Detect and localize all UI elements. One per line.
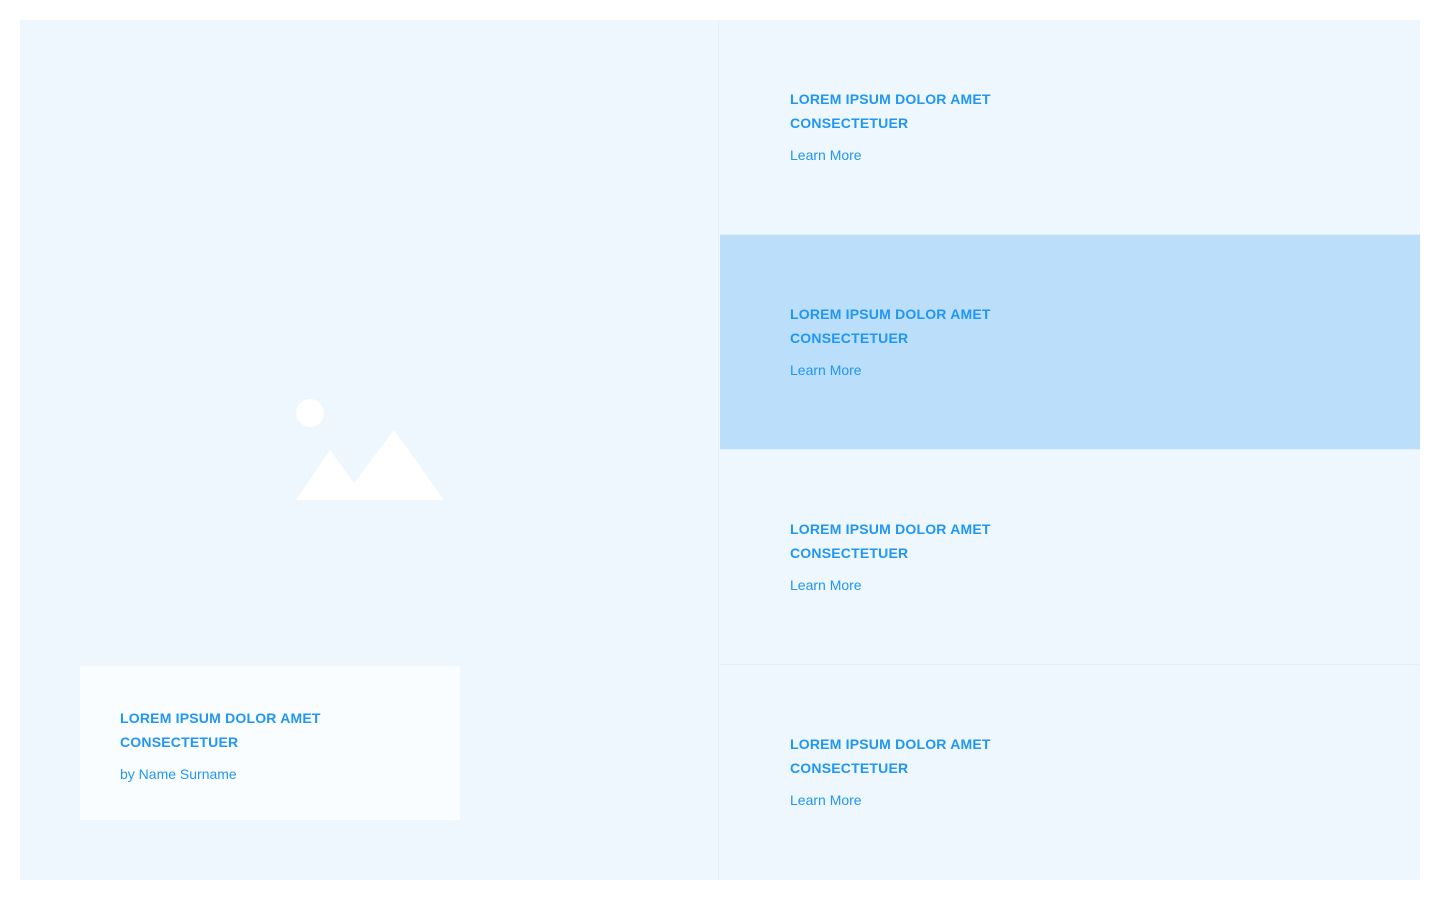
hero-caption-byline: by Name Surname xyxy=(120,766,237,782)
learn-more-link[interactable]: Learn More xyxy=(790,575,862,595)
list-item-active[interactable]: LOREM IPSUM DOLOR AMET CONSECTETUER Lear… xyxy=(720,235,1420,450)
list-item-title: LOREM IPSUM DOLOR AMET CONSECTETUER xyxy=(790,736,991,776)
content-frame: LOREM IPSUM DOLOR AMET CONSECTETUER by N… xyxy=(20,20,1420,880)
list-item[interactable]: LOREM IPSUM DOLOR AMET CONSECTETUER Lear… xyxy=(720,665,1420,880)
article-list: LOREM IPSUM DOLOR AMET CONSECTETUER Lear… xyxy=(720,20,1420,880)
list-item-title: LOREM IPSUM DOLOR AMET CONSECTETUER xyxy=(790,521,991,561)
list-item-title: LOREM IPSUM DOLOR AMET CONSECTETUER xyxy=(790,91,991,131)
list-item-title: LOREM IPSUM DOLOR AMET CONSECTETUER xyxy=(790,306,991,346)
learn-more-link[interactable]: Learn More xyxy=(790,790,862,810)
list-item[interactable]: LOREM IPSUM DOLOR AMET CONSECTETUER Lear… xyxy=(720,20,1420,235)
hero-panel[interactable]: LOREM IPSUM DOLOR AMET CONSECTETUER by N… xyxy=(20,20,719,880)
image-placeholder-icon xyxy=(296,399,444,500)
list-item[interactable]: LOREM IPSUM DOLOR AMET CONSECTETUER Lear… xyxy=(720,450,1420,665)
learn-more-link[interactable]: Learn More xyxy=(790,360,862,380)
hero-caption-card[interactable]: LOREM IPSUM DOLOR AMET CONSECTETUER by N… xyxy=(80,666,460,820)
learn-more-link[interactable]: Learn More xyxy=(790,145,862,165)
hero-caption-title: LOREM IPSUM DOLOR AMET CONSECTETUER xyxy=(120,710,321,750)
